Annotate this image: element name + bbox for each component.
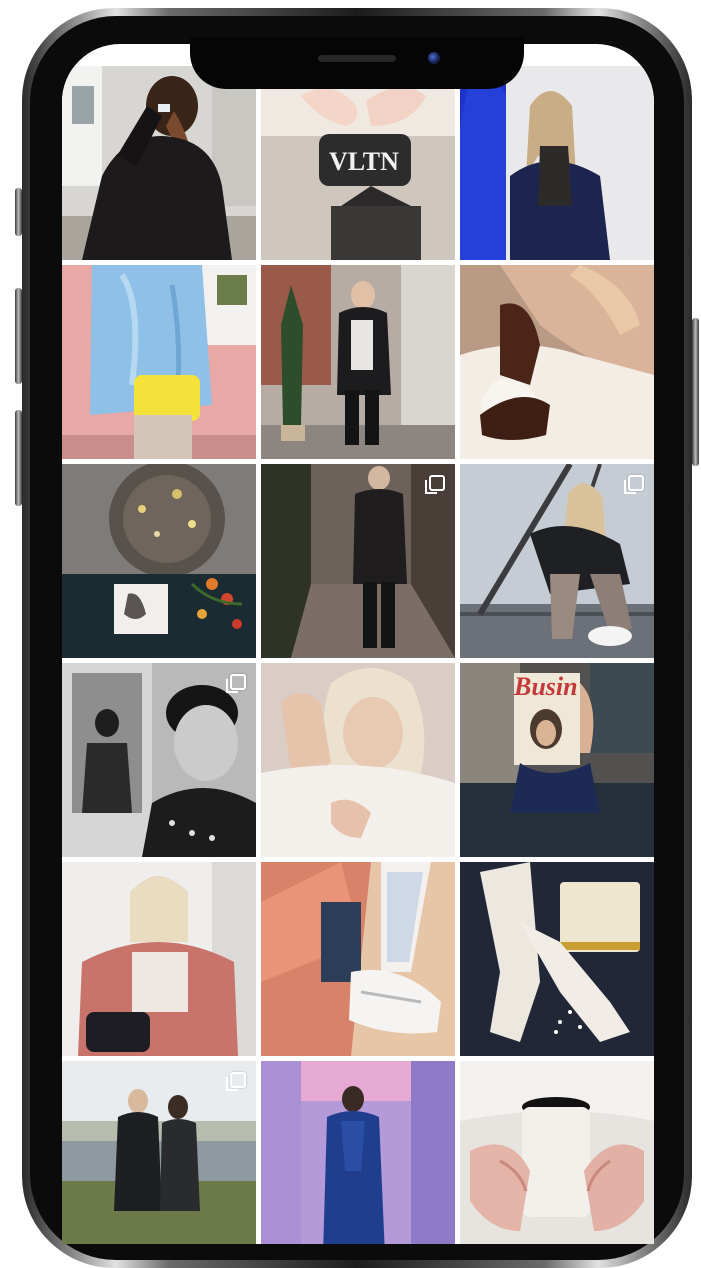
post-blue-coat-blonde[interactable]	[460, 66, 654, 260]
power-button	[692, 318, 699, 466]
post-man-coat-alley[interactable]	[261, 464, 455, 658]
carousel-icon	[226, 1072, 246, 1091]
post-brown-gloves-scarf[interactable]	[460, 265, 654, 459]
post-photo	[460, 66, 654, 260]
carousel-icon	[624, 475, 644, 494]
carousel-icon	[425, 475, 445, 494]
post-vltn-clutch[interactable]: VLTN	[261, 66, 455, 260]
post-photo: VLTN	[261, 66, 455, 260]
post-photo	[261, 862, 455, 1056]
post-photo	[62, 265, 256, 459]
post-jewelry-flatlay[interactable]	[62, 464, 256, 658]
post-photo	[460, 862, 654, 1056]
magazine-title-text: Busin	[513, 672, 578, 701]
post-pink-fur-coat[interactable]	[62, 862, 256, 1056]
post-photo: Busin	[460, 663, 654, 857]
post-photo	[261, 1061, 455, 1244]
carousel-icon	[226, 674, 246, 693]
clutch-logo-text: VLTN	[329, 147, 399, 176]
post-business-magazine[interactable]: Busin	[460, 663, 654, 857]
post-couple-lakeside[interactable]	[62, 1061, 256, 1244]
post-leather-jacket-ponytail[interactable]	[62, 66, 256, 260]
post-photo	[460, 1061, 654, 1244]
phone-screen: VLTN Busin	[62, 44, 654, 1244]
post-bw-woman-mirror[interactable]	[62, 663, 256, 857]
post-blue-fur-yellow-bag[interactable]	[62, 265, 256, 459]
post-photo	[62, 862, 256, 1056]
mute-switch	[15, 188, 22, 236]
volume-down-button	[15, 410, 22, 506]
post-photo	[261, 265, 455, 459]
post-blonde-white-fur[interactable]	[261, 663, 455, 857]
photo-grid: VLTN Busin	[62, 66, 654, 1244]
post-photo	[261, 663, 455, 857]
volume-up-button	[15, 288, 22, 384]
post-man-black-coat-balcony[interactable]	[261, 265, 455, 459]
post-photo	[460, 265, 654, 459]
post-purple-room-woman[interactable]	[261, 1061, 455, 1244]
post-photo	[62, 464, 256, 658]
post-pink-sneakers[interactable]	[261, 862, 455, 1056]
post-white-gloves[interactable]	[460, 862, 654, 1056]
post-coffee-cup-gloves[interactable]	[460, 1061, 654, 1244]
phone-notch	[190, 37, 524, 89]
post-woman-crouching-pier[interactable]	[460, 464, 654, 658]
post-photo	[62, 66, 256, 260]
front-camera-icon	[428, 52, 440, 64]
earpiece-speaker	[318, 55, 396, 62]
